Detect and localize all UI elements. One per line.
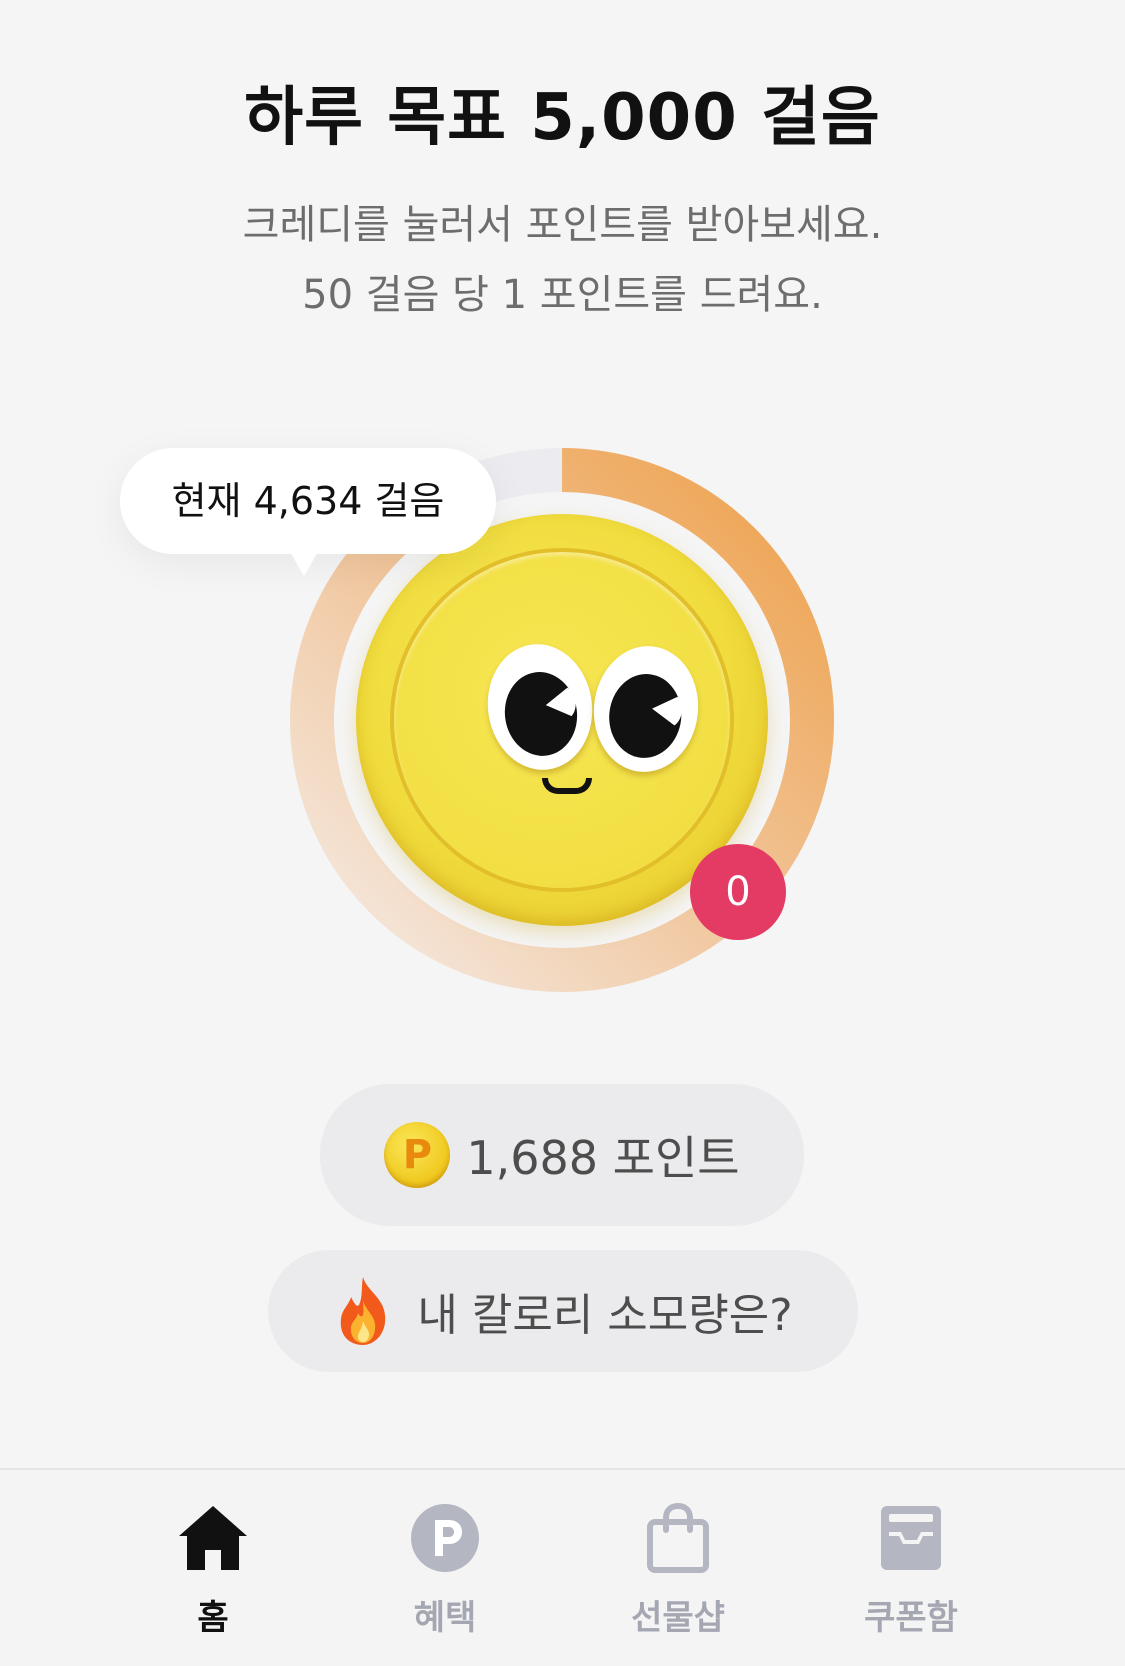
bottom-navigation: 홈 혜택 선물샵 쿠폰함: [0, 1468, 1125, 1666]
points-icon: [411, 1504, 479, 1572]
point-coin-icon: P: [384, 1122, 451, 1188]
smile: [542, 778, 592, 794]
nav-label-coupon-box: 쿠폰함: [864, 1598, 958, 1638]
current-steps-bubble: 현재 4,634 걸음: [120, 448, 496, 576]
shopping-bag-icon: [647, 1502, 709, 1573]
home-icon: [179, 1506, 247, 1570]
nav-item-coupon-box[interactable]: 쿠폰함: [831, 1500, 991, 1639]
nav-item-home[interactable]: 홈: [133, 1500, 293, 1639]
right-eye: [587, 640, 705, 778]
points-button[interactable]: P 1,688 포인트: [320, 1084, 804, 1226]
subtitle-line-1: 크레디를 눌러서 포인트를 받아보세요.: [242, 202, 883, 248]
nav-label-gift-shop: 선물샵: [631, 1598, 725, 1638]
subtitle-line-2: 50 걸음 당 1 포인트를 드려요.: [302, 272, 823, 318]
calorie-button[interactable]: 내 칼로리 소모량은?: [268, 1250, 858, 1372]
nav-item-gift-shop[interactable]: 선물샵: [598, 1500, 758, 1639]
current-steps-label: 현재 4,634 걸음: [171, 479, 445, 523]
fire-icon: [341, 1277, 386, 1345]
nav-item-benefits[interactable]: 혜택: [365, 1500, 525, 1639]
left-eye: [479, 637, 601, 777]
subtitle: 크레디를 눌러서 포인트를 받아보세요. 50 걸음 당 1 포인트를 드려요.: [0, 190, 1125, 330]
nav-label-benefits: 혜택: [413, 1598, 477, 1638]
nav-label-home: 홈: [197, 1598, 229, 1638]
page-title: 하루 목표 5,000 걸음: [244, 81, 881, 155]
points-label: 1,688 포인트: [466, 1131, 740, 1185]
coin-face: [390, 548, 734, 892]
coupon-box-icon: [881, 1506, 941, 1570]
reward-count-badge: 0: [690, 844, 786, 940]
calorie-label: 내 칼로리 소모량은?: [417, 1290, 793, 1341]
